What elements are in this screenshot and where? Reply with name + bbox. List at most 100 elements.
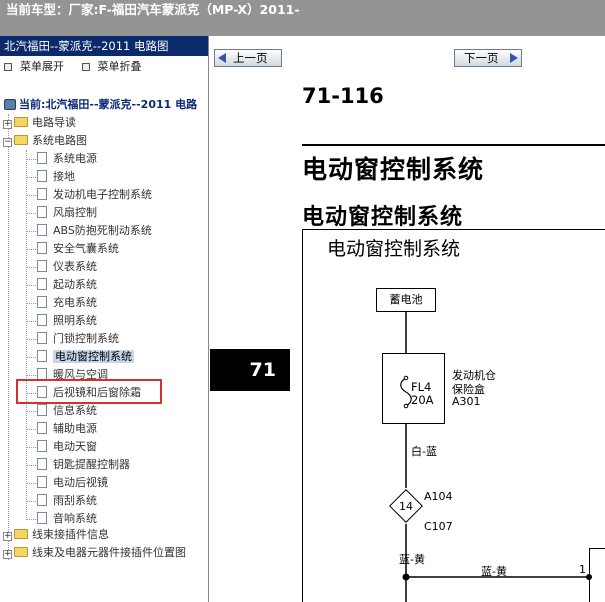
next-page-button[interactable]: 下一页 [454,49,522,67]
tree-item-label: 风扇控制 [53,206,97,219]
tree-item[interactable]: 起动系统 [37,276,97,294]
current-path: 当前:北汽福田--蒙派克--2011 电路 [4,96,197,114]
collapse-icon [81,63,90,71]
tree-item-label: 接地 [53,170,75,183]
tree-guide-branch [26,465,36,466]
arrow-right-icon [510,53,518,63]
tree-item-label: 门锁控制系统 [53,332,119,345]
tree-item-label: 充电系统 [53,296,97,309]
previous-page-button[interactable]: 上一页 [214,49,282,67]
tree-guide-branch [26,483,36,484]
tree-item[interactable]: 系统电源 [37,150,97,168]
tree-item[interactable]: 仪表系统 [37,258,97,276]
tree-item-label: 起动系统 [53,278,97,291]
page-number: 71-116 [302,84,384,108]
document-viewer: 上一页 下一页 71-116 电动窗控制系统 电动窗控制系统 71 电动窗控制系… [210,36,605,602]
document-icon [37,152,47,164]
tree-item[interactable]: 电动天窗 [37,438,97,456]
tree-item[interactable]: ABS防抱死制动系统 [37,222,152,240]
tree-item[interactable]: 信息系统 [37,402,97,420]
expand-icon [4,63,12,71]
vehicle-value: 厂家:F-福田汽车蒙派克（MP-X）2011- [68,2,300,17]
tree-item-label: 雨刮系统 [53,494,97,507]
document-icon [37,170,47,182]
tree-item[interactable]: 风扇控制 [37,204,97,222]
tree-item-label: 音响系统 [53,512,97,525]
document-icon [37,278,47,290]
tree-guide-branch [26,267,36,268]
tree-item[interactable]: 安全气囊系统 [37,240,119,258]
tree-item[interactable]: 门锁控制系统 [37,330,119,348]
navigation-panel: 北汽福田--蒙派克--2011 电路图 菜单展开 菜单折叠 当前:北汽福田--蒙… [0,36,209,602]
tree-item-label: 电动后视镜 [53,476,108,489]
document-icon [37,494,47,506]
tree-item[interactable]: 电动窗控制系统 [37,348,134,366]
tree-guide-branch [26,195,36,196]
document-icon [37,260,47,272]
fuse-rating: 20A [411,393,434,407]
tree-guide-branch [26,411,36,412]
arrow-left-icon [218,53,226,63]
wire-color-label: 蓝-黄 [399,553,425,566]
tree-item-label: 电动天窗 [53,440,97,453]
document-icon [37,332,47,344]
tree-folder-location-diagrams[interactable]: + 线束及电器元器件接插件位置图 [3,544,186,562]
expand-menu-button[interactable]: 菜单展开 [4,56,64,78]
folder-icon [14,135,28,145]
tree-item-label: 钥匙提醒控制器 [53,458,130,471]
expand-toggle-icon[interactable]: + [3,532,12,541]
selection-highlight-box [16,379,162,404]
tree-item[interactable]: 钥匙提醒控制器 [37,456,130,474]
tree-guide-branch [26,303,36,304]
pin-number: 1 [579,563,586,576]
tree-guide-branch [26,213,36,214]
wiring-diagram: 电动窗控制系统 蓄电池 FL4 20A 发动机仓 保险盒 A301 白-蓝 14… [302,229,605,602]
folder-icon [14,117,28,127]
tree-item-label: 辅助电源 [53,422,97,435]
tree-item[interactable]: 充电系统 [37,294,97,312]
tree-guide-branch [26,177,36,178]
page-subtitle: 电动窗控制系统 [302,205,464,230]
fuse-name: FL4 [411,380,432,394]
connector-top-label: A104 [424,490,453,503]
vehicle-label: 当前车型： [6,2,69,17]
tree-item-label: 发动机电子控制系统 [53,188,152,201]
document-icon [37,242,47,254]
document-icon [37,224,47,236]
document-icon [37,350,47,362]
expand-toggle-icon[interactable]: + [3,120,12,129]
collapse-toggle-icon[interactable]: − [3,138,12,147]
document-icon [37,296,47,308]
page-title: 电动窗控制系统 [302,155,485,184]
tree-item[interactable]: 雨刮系统 [37,492,97,510]
vehicle-info-bar: 当前车型：厂家:F-福田汽车蒙派克（MP-X）2011- [0,0,605,36]
collapse-menu-button[interactable]: 菜单折叠 [81,56,142,78]
computer-icon [4,99,16,110]
connector-outline [589,548,605,602]
tree-folder-harness-connectors[interactable]: + 线束接插件信息 [3,526,109,544]
wire-junction-dot [402,573,410,581]
tree-item[interactable]: 接地 [37,168,75,186]
panel-title: 北汽福田--蒙派克--2011 电路图 [0,36,208,56]
fuse-box-code: A301 [452,395,481,408]
document-icon [37,458,47,470]
connector-number: 14 [399,500,413,513]
tree-folder-system-diagrams[interactable]: − 系统电路图 [3,132,87,150]
document-icon [37,512,47,524]
tree-item-label: 仪表系统 [53,260,97,273]
tree-item-label: 系统电源 [53,152,97,165]
tree-item[interactable]: 照明系统 [37,312,97,330]
document-icon [37,476,47,488]
tree-folder-circuit-guide[interactable]: + 电路导读 [3,114,76,132]
tree-item-label: 电动窗控制系统 [53,350,134,363]
tree-item[interactable]: 电动后视镜 [37,474,108,492]
wire-lines [400,312,592,602]
tree-item[interactable]: 辅助电源 [37,420,97,438]
wire-color-label: 蓝-黄 [481,565,507,578]
menu-controls: 菜单展开 菜单折叠 [0,56,208,80]
tree-item-label: 安全气囊系统 [53,242,119,255]
expand-toggle-icon[interactable]: + [3,550,12,559]
tree-guide-branch [26,429,36,430]
connector-bottom-label: C107 [424,520,453,533]
tree-item[interactable]: 发动机电子控制系统 [37,186,152,204]
